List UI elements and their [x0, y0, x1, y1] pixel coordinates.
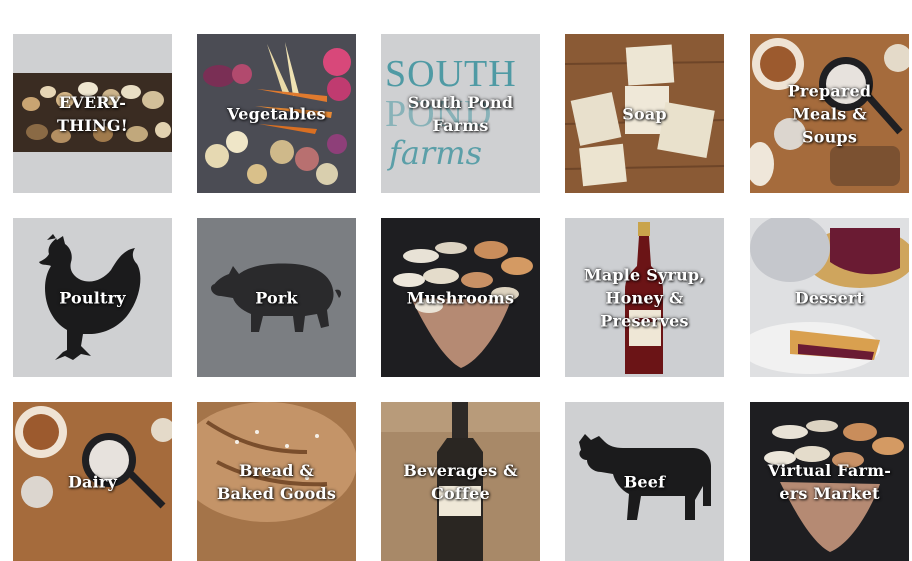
tile-label: Mushrooms — [406, 288, 515, 307]
tile-label: South Pond Farms — [407, 92, 514, 135]
tile-label: Dessert — [794, 288, 865, 307]
category-tile-maple-syrup[interactable]: Maple Syrup, Honey & Preserves — [565, 218, 724, 377]
tile-label: Maple Syrup, Honey & Preserves — [583, 265, 706, 330]
category-tile-prepared-meals[interactable]: Prepared Meals & Soups — [750, 34, 909, 193]
tile-label: Beverages & Coffee — [403, 461, 518, 503]
tile-label: Vegetables — [227, 104, 326, 123]
tile-label: Beef — [623, 472, 666, 492]
tile-label: Bread & Baked Goods — [216, 461, 337, 503]
category-tile-south-pond-farms[interactable]: SOUTH POND farms South Pond Farms — [381, 34, 540, 193]
tile-label: Dairy — [67, 472, 118, 492]
category-tile-beef[interactable]: Beef — [565, 402, 724, 561]
category-tile-everything[interactable]: EVERY- THING! — [13, 34, 172, 193]
category-tile-vegetables[interactable]: Vegetables — [197, 34, 356, 193]
tile-label: EVERY- THING! — [56, 92, 129, 135]
svg-text:SOUTH: SOUTH — [385, 53, 517, 95]
category-tile-dairy[interactable]: Dairy — [13, 402, 172, 561]
category-tile-beverages[interactable]: Beverages & Coffee — [381, 402, 540, 561]
tile-label: Prepared Meals & Soups — [787, 81, 872, 146]
category-tile-dessert[interactable]: Dessert — [750, 218, 909, 377]
category-tile-mushrooms[interactable]: Mushrooms — [381, 218, 540, 377]
category-tile-virtual-market[interactable]: Virtual Farm- ers Market — [750, 402, 909, 561]
tile-label: Virtual Farm- ers Market — [767, 461, 892, 503]
category-tile-pork[interactable]: Pork — [197, 218, 356, 377]
svg-text:farms: farms — [387, 134, 482, 172]
category-tile-bread[interactable]: Bread & Baked Goods — [197, 402, 356, 561]
tile-label: Poultry — [59, 288, 126, 307]
category-tile-poultry[interactable]: Poultry — [13, 218, 172, 377]
tile-label: Soap — [622, 104, 667, 123]
category-tile-soap[interactable]: Soap — [565, 34, 724, 193]
tile-label: Pork — [255, 288, 298, 307]
